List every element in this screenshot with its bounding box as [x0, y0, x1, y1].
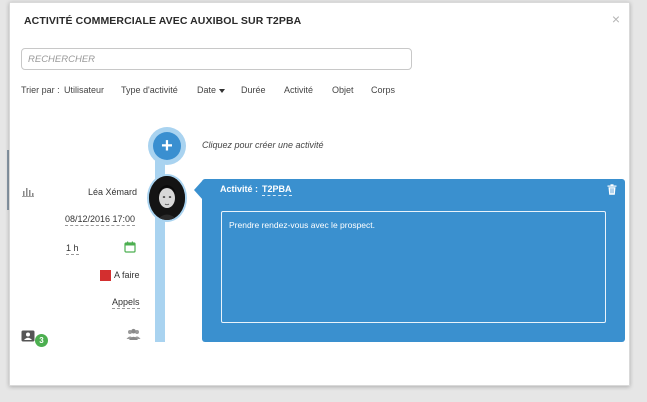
close-icon[interactable]: ×	[612, 11, 620, 27]
activity-type[interactable]: Appels	[112, 297, 140, 309]
card-title: Activité : T2PBA	[220, 184, 292, 196]
sort-option-object[interactable]: Objet	[332, 85, 354, 95]
activity-status[interactable]: A faire	[114, 270, 140, 280]
activity-body[interactable]: Prendre rendez-vous avec le prospect.	[221, 211, 606, 323]
sort-option-date-label: Date	[197, 85, 217, 95]
bar-chart-icon[interactable]	[22, 185, 34, 197]
sort-option-date[interactable]: Date	[197, 85, 226, 95]
sort-option-user[interactable]: Utilisateur	[64, 85, 104, 95]
activity-card: Activité : T2PBA Prendre rendez-vous avec…	[202, 179, 625, 342]
user-card-icon[interactable]	[21, 330, 35, 342]
caret-down-icon	[219, 88, 226, 93]
sort-option-type[interactable]: Type d'activité	[121, 85, 178, 95]
modal-title: ACTIVITÉ COMMERCIALE AVEC AUXIBOL SUR T2…	[24, 15, 302, 27]
card-label: Activité :	[220, 184, 259, 194]
trash-icon[interactable]	[607, 184, 617, 195]
avatar-photo	[149, 176, 185, 220]
search-input[interactable]	[21, 48, 412, 70]
add-activity-button[interactable]: +	[148, 127, 186, 165]
sort-option-body[interactable]: Corps	[371, 85, 395, 95]
group-icon[interactable]	[126, 328, 141, 340]
sort-option-duration[interactable]: Durée	[241, 85, 266, 95]
activity-datetime[interactable]: 08/12/2016 17:00	[65, 214, 136, 226]
avatar	[147, 174, 187, 222]
activity-duration[interactable]: 1 h	[66, 243, 79, 255]
calendar-icon[interactable]	[124, 241, 136, 253]
activity-user: Léa Xémard	[87, 187, 137, 197]
sort-option-activity[interactable]: Activité	[284, 85, 313, 95]
plus-icon: +	[153, 132, 181, 160]
card-activity-value[interactable]: T2PBA	[262, 184, 292, 196]
count-badge: 3	[35, 334, 48, 347]
add-activity-hint: Cliquez pour créer une activité	[202, 140, 324, 150]
status-color-square	[100, 270, 111, 281]
sort-label: Trier par :	[21, 85, 60, 95]
